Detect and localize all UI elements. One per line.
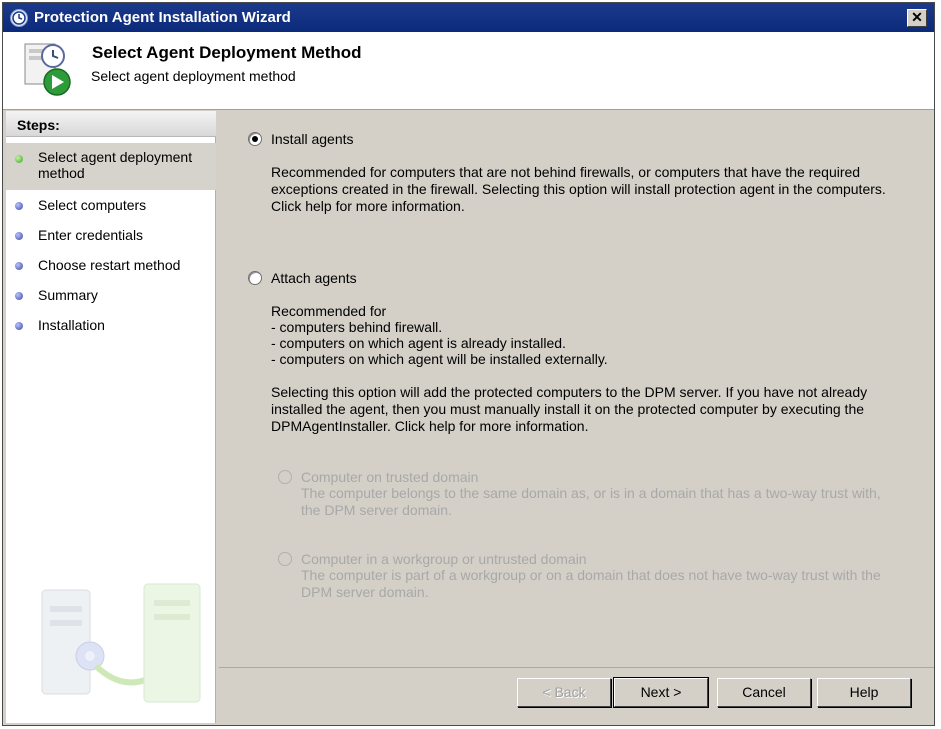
step-label: Enter credentials (38, 227, 144, 243)
step-current-icon (15, 155, 23, 163)
install-agents-description: Recommended for computers that are not b… (271, 164, 886, 214)
help-button[interactable]: Help (817, 678, 911, 707)
attach-recommended-item: - computers on which agent is already in… (271, 335, 566, 351)
window-title: Protection Agent Installation Wizard (34, 9, 291, 26)
wizard-window: Protection Agent Installation Wizard ✕ S… (2, 2, 935, 726)
attach-agents-radio[interactable] (248, 271, 262, 285)
trusted-domain-label[interactable]: Computer on trusted domain (301, 469, 478, 486)
step-enter-credentials: Enter credentials (6, 227, 216, 245)
page-title: Select Agent Deployment Method (92, 43, 362, 62)
wizard-header: Select Agent Deployment Method Select ag… (3, 32, 934, 110)
attach-agents-label[interactable]: Attach agents (271, 270, 357, 287)
next-button[interactable]: Next > (613, 677, 709, 708)
attach-recommended-intro: Recommended for (271, 303, 387, 319)
step-summary: Summary (6, 287, 216, 305)
attach-recommended-item: - computers behind firewall. (271, 319, 443, 335)
attach-agents-description: Selecting this option will add the prote… (271, 384, 868, 434)
untrusted-domain-label[interactable]: Computer in a workgroup or untrusted dom… (301, 551, 587, 568)
untrusted-domain-description: The computer is part of a workgroup or o… (301, 567, 881, 600)
steps-heading: Steps: (6, 111, 216, 137)
step-pending-icon (15, 232, 23, 240)
trusted-domain-description: The computer belongs to the same domain … (301, 485, 881, 518)
install-agents-radio[interactable] (248, 132, 262, 146)
step-label: Choose restart method (38, 257, 181, 273)
step-pending-icon (15, 292, 23, 300)
agent-deployment-icon (19, 40, 75, 98)
step-label: Select computers (38, 197, 147, 213)
step-pending-icon (15, 262, 23, 270)
cancel-button[interactable]: Cancel (717, 678, 811, 707)
step-installation: Installation (6, 317, 216, 335)
servers-illustration-icon (32, 566, 214, 716)
step-label: Summary (38, 287, 98, 303)
untrusted-domain-radio[interactable] (278, 552, 292, 566)
page-subtitle: Select agent deployment method (91, 68, 296, 84)
step-choose-restart-method: Choose restart method (6, 257, 216, 275)
close-button[interactable]: ✕ (907, 9, 927, 27)
attach-recommended-item: - computers on which agent will be insta… (271, 351, 608, 367)
back-button[interactable]: < Back (517, 678, 611, 707)
shield-clock-icon (10, 9, 28, 27)
step-select-deployment-method: Select agent deployment method (6, 143, 216, 190)
title-bar[interactable]: Protection Agent Installation Wizard ✕ (3, 3, 934, 32)
step-label: Select agent deployment method (38, 149, 193, 181)
footer-divider (219, 667, 934, 668)
step-pending-icon (15, 322, 23, 330)
install-agents-label[interactable]: Install agents (271, 131, 354, 148)
step-pending-icon (15, 202, 23, 210)
steps-sidebar: Steps: Select agent deployment method Se… (6, 111, 216, 723)
step-select-computers: Select computers (6, 197, 216, 215)
trusted-domain-radio[interactable] (278, 470, 292, 484)
deployment-options-panel: Install agents Recommended for computers… (219, 111, 934, 666)
step-label: Installation (38, 317, 105, 333)
